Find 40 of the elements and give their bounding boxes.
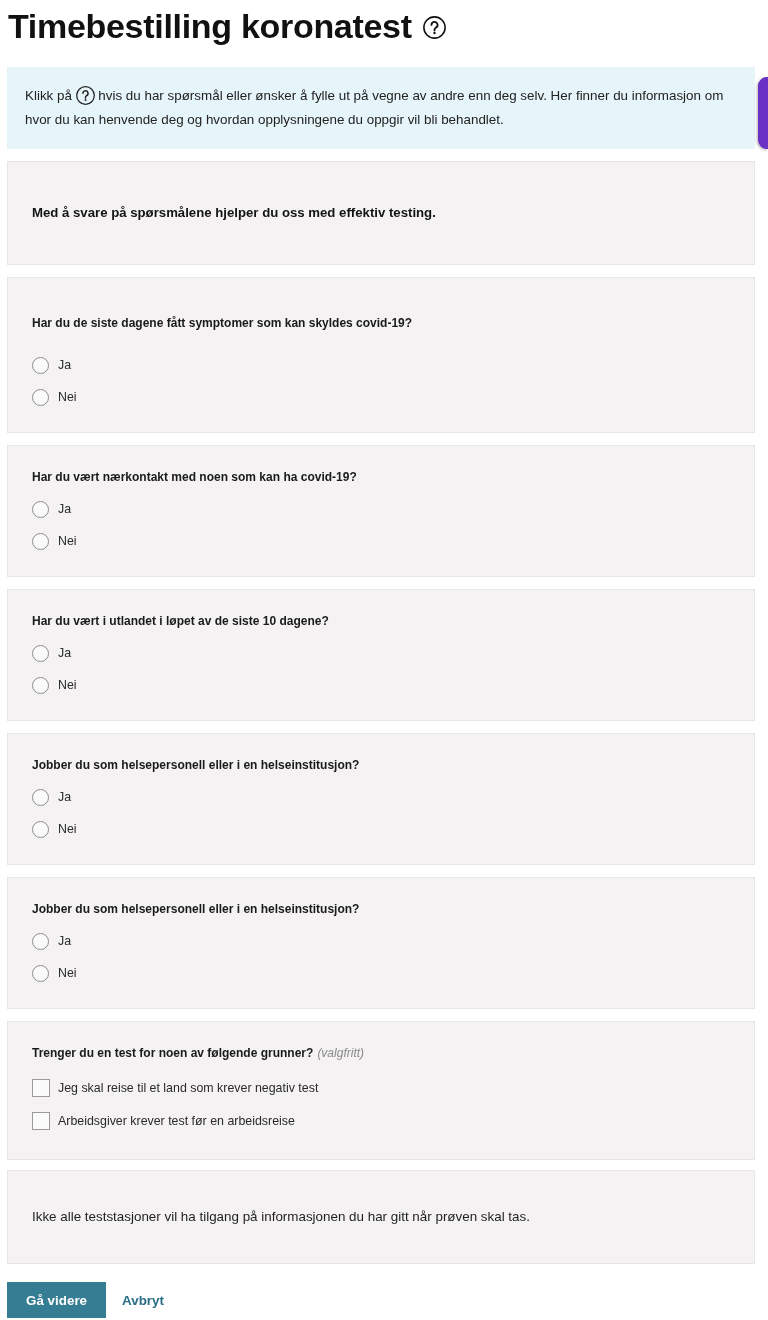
radio-label[interactable]: Ja (58, 788, 72, 806)
radio-button[interactable] (32, 676, 49, 694)
info-text: Klikk på hvis du har spørsmål eller ønsker å fylle ut på vegne av andre enn deg selv. Her finner du informasjon om hvor du kan henvende deg og hvordan opplysningene du oppgir vil bli behandlet. (25, 85, 725, 129)
continue-button[interactable]: Gå videre (7, 1282, 107, 1318)
radio-button[interactable] (32, 500, 49, 518)
optional-note: (valgfritt) (317, 1045, 365, 1062)
checkbox[interactable] (32, 1079, 50, 1097)
intro-text: Med å svare på spørsmålene hjelper du oss med effektiv testing. (32, 204, 437, 222)
question-text: Har du de siste dagene fått symptomer som kan skyldes covid-19? (32, 315, 413, 332)
radio-button[interactable] (32, 644, 49, 662)
question-text: Har du vært nærkontakt med noen som kan ha covid-19? (32, 469, 357, 486)
notice-text: Ikke alle teststasjoner vil ha tilgang på informasjonen du har gitt når prøven skal tas. (32, 1209, 531, 1225)
help-icon[interactable] (422, 16, 446, 39)
radio-label[interactable]: Nei (58, 532, 77, 550)
radio-label[interactable]: Ja (58, 356, 72, 374)
radio-label[interactable]: Nei (58, 964, 77, 982)
question-text: Har du vært i utlandet i løpet av de siste 10 dagene? (32, 613, 329, 630)
question-text: Jobber du som helsepersonell eller i en helseinstitusjon? (32, 757, 360, 774)
radio-label[interactable]: Ja (58, 932, 72, 950)
radio-label[interactable]: Nei (58, 388, 77, 406)
checkbox[interactable] (32, 1112, 50, 1130)
radio-button[interactable] (32, 356, 49, 374)
checkbox-label[interactable]: Arbeidsgiver krever test før en arbeidsreise (58, 1112, 295, 1130)
question-text: Trenger du en test for noen av følgende grunner? (32, 1045, 314, 1062)
cancel-link[interactable]: Avbryt (122, 1292, 164, 1308)
checkbox-label[interactable]: Jeg skal reise til et land som krever negativ test (58, 1079, 319, 1097)
radio-label[interactable]: Ja (58, 500, 72, 518)
help-icon (75, 86, 95, 105)
page-title: Timebestilling koronatest (8, 6, 412, 47)
radio-button[interactable] (32, 964, 49, 982)
radio-button[interactable] (32, 388, 49, 406)
radio-button[interactable] (32, 820, 49, 838)
radio-label[interactable]: Nei (58, 820, 77, 838)
radio-button[interactable] (32, 932, 49, 950)
side-tab[interactable] (758, 77, 768, 149)
radio-button[interactable] (32, 532, 49, 550)
radio-button[interactable] (32, 788, 49, 806)
radio-label[interactable]: Nei (58, 676, 77, 694)
radio-label[interactable]: Ja (58, 644, 72, 662)
question-text: Jobber du som helsepersonell eller i en helseinstitusjon? (32, 901, 360, 918)
